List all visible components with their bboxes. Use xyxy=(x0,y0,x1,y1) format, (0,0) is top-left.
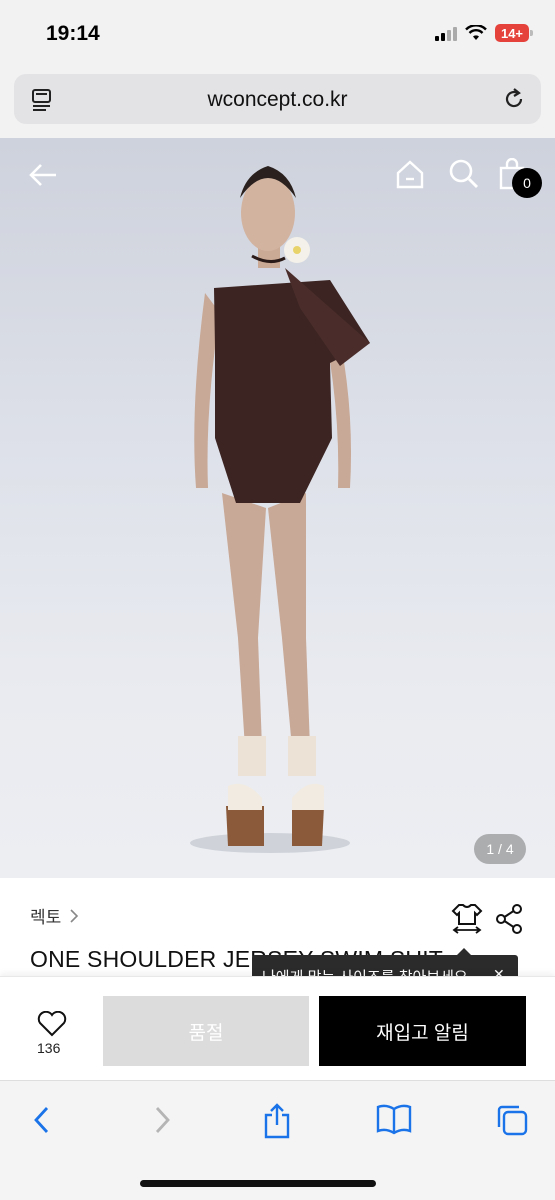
chevron-right-icon xyxy=(70,908,79,923)
back-icon[interactable] xyxy=(30,1103,54,1137)
url-text[interactable]: wconcept.co.kr xyxy=(14,88,541,112)
brand-name[interactable]: 렉토 xyxy=(30,903,61,928)
restock-alert-button[interactable]: 재입고 알림 xyxy=(319,996,526,1066)
wish-count: 136 xyxy=(37,1040,61,1056)
wifi-icon xyxy=(465,25,487,40)
battery-icon: 14+ xyxy=(495,24,533,42)
sold-out-button[interactable]: 품절 xyxy=(103,996,309,1066)
search-icon[interactable] xyxy=(448,158,480,190)
bookmarks-icon[interactable] xyxy=(376,1103,412,1135)
signal-icon xyxy=(435,25,457,41)
cart-count-badge[interactable]: 0 xyxy=(512,168,542,198)
address-bar-area: wconcept.co.kr xyxy=(0,70,555,138)
back-arrow-icon[interactable] xyxy=(26,158,60,192)
home-icon[interactable] xyxy=(394,158,426,190)
product-image[interactable] xyxy=(0,138,555,878)
share-icon[interactable] xyxy=(495,904,523,934)
reload-icon[interactable] xyxy=(501,86,527,112)
status-icons: 14+ xyxy=(435,24,533,42)
forward-icon[interactable] xyxy=(150,1103,174,1137)
status-bar: 19:14 14+ xyxy=(0,0,555,70)
share-sheet-icon[interactable] xyxy=(262,1103,292,1139)
heart-icon[interactable] xyxy=(30,1011,74,1037)
brand-link[interactable]: 렉토 xyxy=(30,903,79,928)
home-indicator xyxy=(140,1180,376,1187)
model-photo xyxy=(190,166,370,853)
image-counter: 1 / 4 xyxy=(474,834,526,864)
tabs-icon[interactable] xyxy=(495,1103,529,1137)
status-time: 19:14 xyxy=(46,22,100,45)
battery-level: 14+ xyxy=(500,25,524,41)
size-guide-icon[interactable] xyxy=(451,902,483,934)
address-bar[interactable]: wconcept.co.kr xyxy=(14,74,541,124)
